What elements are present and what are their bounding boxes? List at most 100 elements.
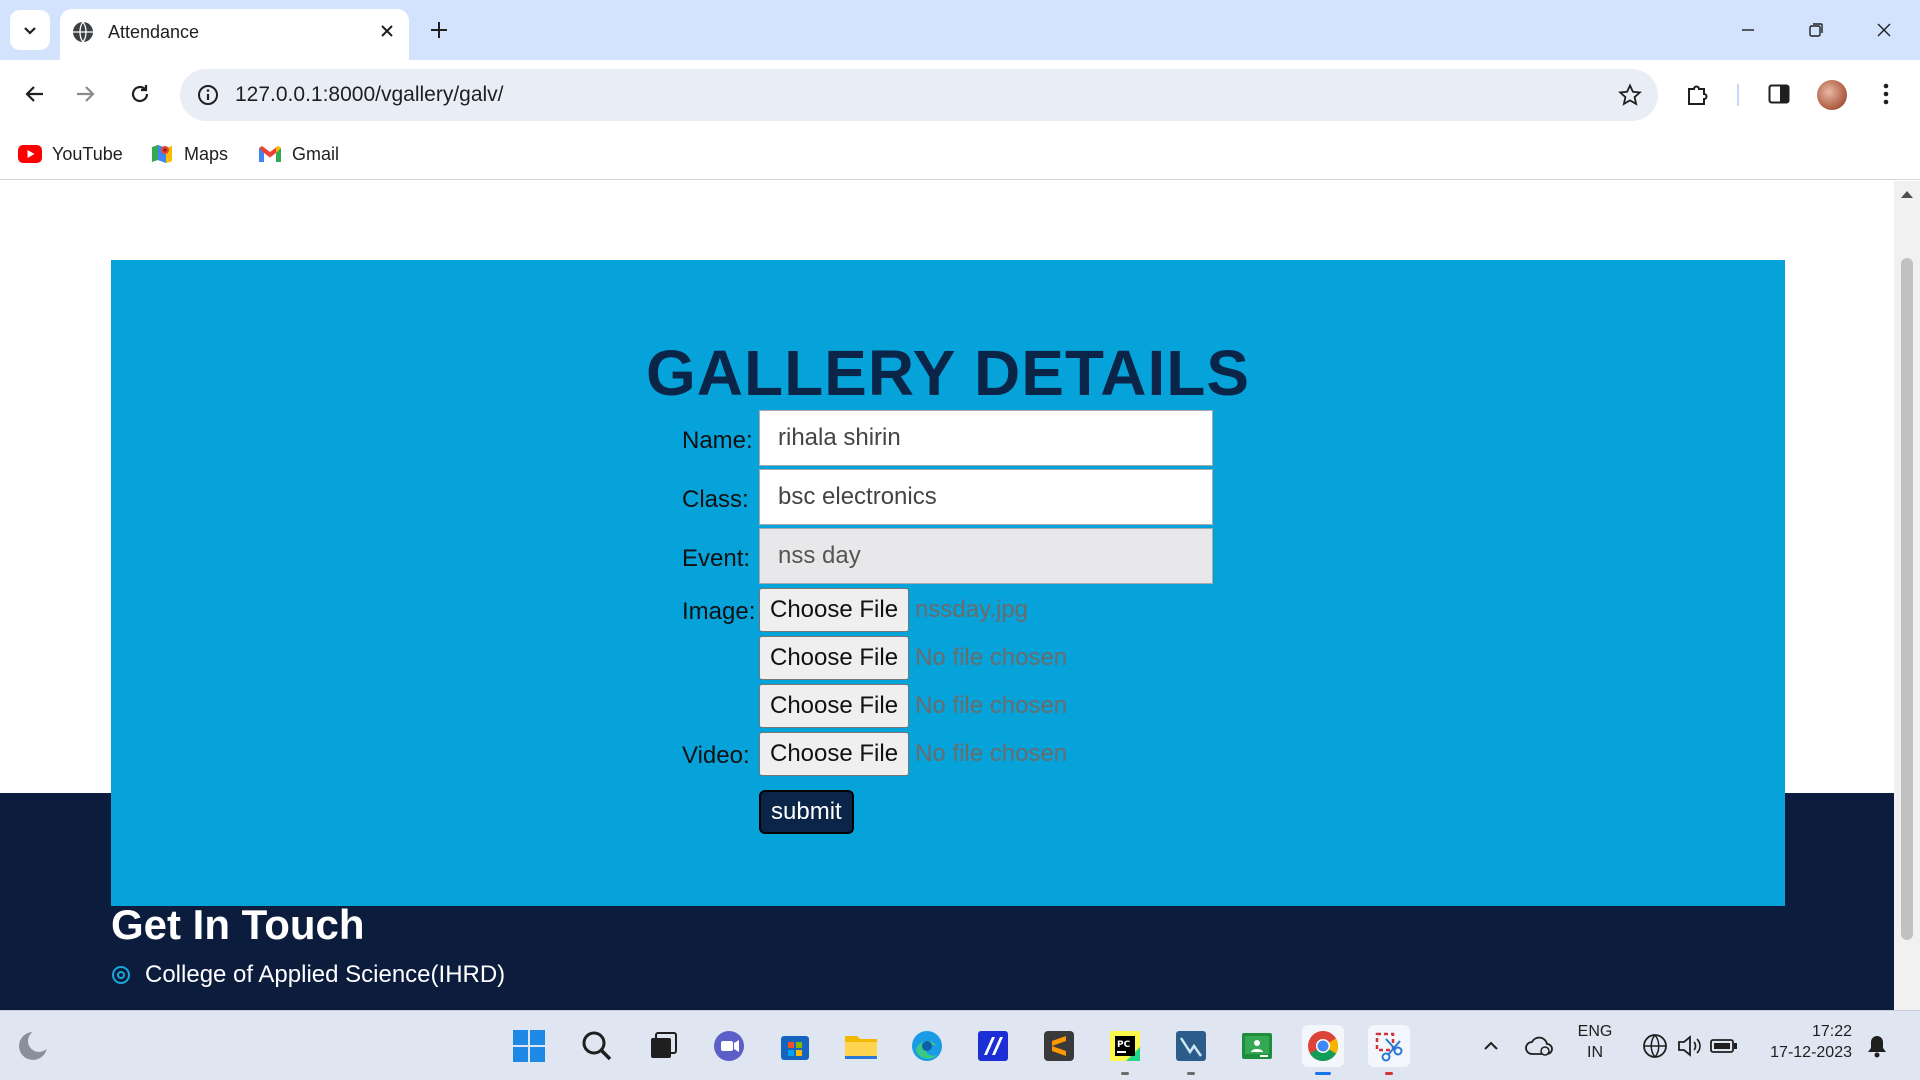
- side-panel-button[interactable]: [1761, 76, 1797, 112]
- mysql-workbench-button[interactable]: [1170, 1025, 1212, 1075]
- choose-file-button[interactable]: Choose File: [759, 732, 910, 776]
- running-indicator: [1187, 1072, 1195, 1075]
- extensions-button[interactable]: [1680, 76, 1716, 112]
- classroom-button[interactable]: [1236, 1025, 1278, 1067]
- app-icon: [978, 1031, 1008, 1061]
- name-input[interactable]: [759, 410, 1213, 466]
- event-input[interactable]: [759, 528, 1213, 584]
- powerautomate-button[interactable]: [972, 1025, 1014, 1067]
- gmail-icon: [259, 146, 281, 162]
- close-window-button[interactable]: [1868, 14, 1900, 46]
- back-button[interactable]: [16, 76, 52, 112]
- tab-search-button[interactable]: [10, 10, 50, 50]
- windows-icon: [513, 1030, 545, 1062]
- menu-button[interactable]: [1868, 76, 1904, 112]
- file-name: No file chosen: [915, 740, 1068, 767]
- file-name: No file chosen: [915, 692, 1068, 719]
- pycharm-button[interactable]: PC: [1104, 1025, 1146, 1075]
- close-icon: [381, 25, 393, 37]
- volume-icon: [1678, 1035, 1701, 1057]
- bookmark-maps[interactable]: Maps: [150, 138, 228, 170]
- clock-date: 17-12-2023: [1770, 1044, 1852, 1061]
- snipping-tool-button[interactable]: [1368, 1025, 1410, 1075]
- classroom-icon: [1242, 1033, 1272, 1059]
- image-file-input-1[interactable]: Choose File nssday.jpg: [759, 588, 1028, 632]
- choose-file-button[interactable]: Choose File: [759, 588, 910, 632]
- browser-tab[interactable]: Attendance: [60, 9, 409, 60]
- edge-button[interactable]: [906, 1025, 948, 1067]
- chrome-button[interactable]: [1302, 1025, 1344, 1075]
- video-file-input[interactable]: Choose File No file chosen: [759, 732, 1067, 776]
- bookmark-youtube[interactable]: YouTube: [18, 138, 123, 170]
- clock[interactable]: 17:22 17-12-2023: [1756, 1023, 1852, 1062]
- file-explorer-button[interactable]: [840, 1025, 882, 1067]
- scroll-thumb[interactable]: [1901, 258, 1913, 940]
- choose-file-button[interactable]: Choose File: [759, 684, 910, 728]
- store-button[interactable]: [774, 1025, 816, 1067]
- close-icon: [1877, 23, 1891, 37]
- language-indicator[interactable]: ENG IN: [1574, 1023, 1616, 1062]
- forward-button[interactable]: [68, 76, 104, 112]
- submit-button[interactable]: submit: [759, 790, 854, 834]
- restore-icon: [1809, 23, 1823, 37]
- task-view-button[interactable]: [642, 1025, 684, 1067]
- store-icon: [781, 1036, 809, 1060]
- bookmark-gmail[interactable]: Gmail: [258, 138, 339, 170]
- moon-icon: [19, 1030, 50, 1060]
- address-text: College of Applied Science(IHRD): [145, 961, 506, 988]
- sublime-icon: [1044, 1031, 1074, 1061]
- gallery-form-card: GALLERY DETAILS Name: Class: Event: Imag…: [111, 260, 1785, 906]
- footer-address: College of Applied Science(IHRD): [111, 961, 505, 989]
- location-pin-icon: [112, 966, 130, 984]
- image-label: Image:: [682, 598, 756, 625]
- youtube-icon: [18, 145, 42, 163]
- onedrive-button[interactable]: [1518, 1025, 1560, 1067]
- site-info-button[interactable]: [194, 81, 222, 109]
- quick-settings-button[interactable]: [1630, 1025, 1750, 1067]
- search-button[interactable]: [576, 1025, 618, 1067]
- bookmark-label: Gmail: [292, 143, 340, 164]
- minimize-icon: [1742, 29, 1754, 31]
- file-name: nssday.jpg: [915, 596, 1029, 623]
- close-tab-button[interactable]: [375, 19, 399, 43]
- search-icon: [582, 1031, 612, 1061]
- globe-icon: [1643, 1034, 1667, 1058]
- new-tab-button[interactable]: [424, 15, 454, 45]
- teams-chat-button[interactable]: [708, 1025, 750, 1067]
- weather-widget[interactable]: [12, 1025, 54, 1067]
- chevron-up-icon: [1484, 1041, 1498, 1050]
- sublime-text-button[interactable]: [1038, 1025, 1080, 1067]
- active-indicator: [1315, 1072, 1331, 1075]
- task-view-icon: [651, 1032, 677, 1058]
- restore-button[interactable]: [1800, 14, 1832, 46]
- tab-bar: Attendance: [0, 0, 1920, 60]
- side-panel-icon: [1768, 84, 1790, 104]
- tab-title: Attendance: [108, 22, 200, 42]
- star-icon: [1618, 83, 1642, 106]
- page-scrollbar[interactable]: [1894, 181, 1920, 1010]
- start-button[interactable]: [508, 1025, 550, 1067]
- bookmarks-bar: YouTube Maps Gmail: [0, 130, 1920, 180]
- chevron-down-icon: [24, 27, 36, 35]
- bell-icon: [1868, 1036, 1886, 1058]
- url-text[interactable]: 127.0.0.1:8000/vgallery/galv/: [235, 83, 504, 107]
- profile-avatar[interactable]: [1817, 80, 1847, 110]
- scroll-up-arrow[interactable]: [1901, 191, 1913, 198]
- page-title: GALLERY DETAILS: [645, 337, 1251, 409]
- folder-icon: [845, 1036, 877, 1059]
- running-indicator: [1121, 1072, 1129, 1075]
- show-hidden-icons-button[interactable]: [1470, 1025, 1512, 1067]
- arrow-right-icon: [77, 86, 95, 102]
- globe-icon: [73, 21, 93, 43]
- reload-button[interactable]: [122, 76, 158, 112]
- address-bar[interactable]: 127.0.0.1:8000/vgallery/galv/: [180, 69, 1658, 121]
- notifications-button[interactable]: [1856, 1025, 1898, 1067]
- pycharm-icon: PC: [1110, 1031, 1140, 1061]
- choose-file-button[interactable]: Choose File: [759, 636, 910, 680]
- bookmark-star-button[interactable]: [1616, 81, 1644, 109]
- class-input[interactable]: [759, 469, 1213, 525]
- image-file-input-2[interactable]: Choose File No file chosen: [759, 636, 1067, 680]
- image-file-input-3[interactable]: Choose File No file chosen: [759, 684, 1067, 728]
- minimize-button[interactable]: [1732, 14, 1764, 46]
- svg-text:PC: PC: [1117, 1040, 1131, 1050]
